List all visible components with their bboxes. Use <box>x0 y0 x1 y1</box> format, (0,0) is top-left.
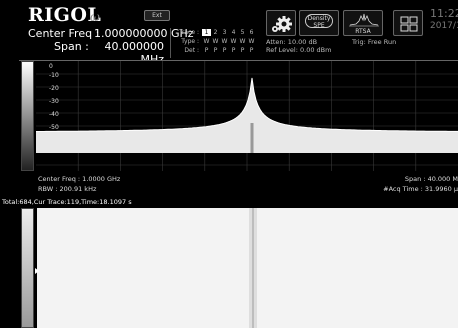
waterfall-center-line <box>252 208 254 328</box>
ytick-5: -50 <box>49 124 59 131</box>
trace-type-5: W <box>239 38 246 45</box>
settings-button[interactable] <box>266 10 296 36</box>
trace-type-2: W <box>212 38 219 45</box>
gear-icon <box>272 16 292 32</box>
trace-5[interactable]: 5 <box>238 29 247 36</box>
ref-level-readout[interactable]: Ref Level: 0.00 dBm <box>266 46 331 54</box>
grid-layout-icon <box>400 16 418 32</box>
trace-det-4: P <box>231 47 236 54</box>
spectrum-span: Span : 40.000 M <box>404 175 458 183</box>
ytick-2: -20 <box>49 85 59 92</box>
span-label: Span : <box>54 40 89 53</box>
trace-3[interactable]: 3 <box>220 29 229 36</box>
waterfall-cursor-marker[interactable] <box>35 268 39 274</box>
clock-time: 11:22: <box>430 7 458 20</box>
type-label: Type : <box>181 38 199 45</box>
ytick-1: -10 <box>49 72 59 79</box>
density-spe-button[interactable]: Density SPE <box>299 10 339 36</box>
layout-button[interactable] <box>393 10 423 36</box>
waterfall-color-scale <box>21 208 34 328</box>
spectrum-color-scale <box>21 61 34 171</box>
brand-logo-mark: ω <box>90 10 100 24</box>
density-label: Density <box>307 15 331 22</box>
trace-type-6: W <box>248 38 255 45</box>
waterfall-plot <box>37 208 458 328</box>
trace-settings[interactable]: Trace :123456 Type :WWWWWW Det :PPPPPP <box>170 28 258 58</box>
carrier-spike <box>250 123 254 153</box>
trace-4[interactable]: 4 <box>229 29 238 36</box>
clock-date: 2017/12 <box>430 21 458 31</box>
ytick-3: -30 <box>49 98 59 105</box>
trace-type-1: W <box>203 38 210 45</box>
trace-6[interactable]: 6 <box>247 29 256 36</box>
trace-1[interactable]: 1 <box>202 29 211 36</box>
rtsa-button[interactable]: RTSA <box>343 10 383 36</box>
det-label: Det : <box>184 47 199 54</box>
trace-type-4: W <box>230 38 237 45</box>
rtsa-label: RTSA <box>355 28 371 35</box>
atten-readout[interactable]: Atten: 10.00 dB <box>266 38 317 46</box>
spectrum-center-freq: Center Freq : 1.0000 GHz <box>38 175 121 183</box>
spectrum-plot <box>36 61 458 179</box>
ext-button[interactable]: Ext <box>144 10 170 21</box>
waterfall-display[interactable] <box>37 208 458 328</box>
trace-type-row: Type :WWWWWW <box>175 38 256 45</box>
trace-label: Trace : <box>179 29 199 36</box>
trace-det-3: P <box>222 47 227 54</box>
trace-det-row: Det :PPPPPP <box>175 47 256 54</box>
trace-type-3: W <box>221 38 228 45</box>
trigger-readout[interactable]: Trig: Free Run <box>352 38 396 46</box>
spe-label: SPE <box>313 22 325 29</box>
trace-det-6: P <box>249 47 254 54</box>
ytick-4: -40 <box>49 111 59 118</box>
waterfall-status: Total:684,Cur Trace:119,Time:18.1097 s <box>0 197 458 207</box>
trace-det-5: P <box>240 47 245 54</box>
trace-2[interactable]: 2 <box>211 29 220 36</box>
trace-det-1: P <box>204 47 209 54</box>
ytick-0: 0 <box>49 63 53 70</box>
trace-number-row: Trace :123456 <box>175 29 256 36</box>
waterfall-background <box>37 208 458 328</box>
center-freq-label: Center Freq : <box>28 27 100 40</box>
spectrum-display[interactable]: 0 -10 -20 -30 -40 -50 <box>36 61 458 179</box>
spectrum-rbw: RBW : 200.91 kHz <box>38 185 97 193</box>
spectrum-icon <box>349 13 379 27</box>
trace-det-2: P <box>213 47 218 54</box>
header-bar: RIGOL ω Ext Center Freq : 1.000000000 GH… <box>0 0 458 66</box>
spectrum-acq-time: #Acq Time : 31.9960 µ <box>383 185 458 193</box>
